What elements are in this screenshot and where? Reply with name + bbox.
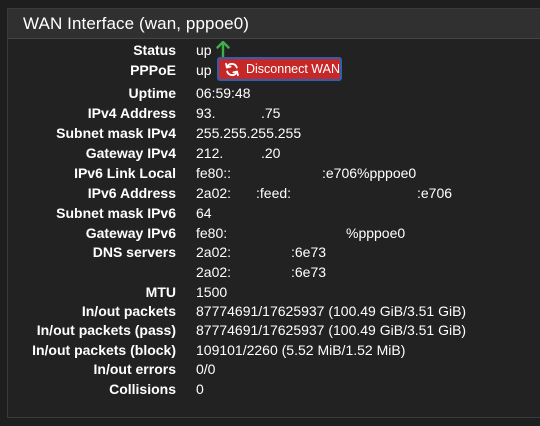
dns-servers-label: DNS servers (92, 244, 176, 260)
row-subnet-mask-ipv6: Subnet mask IPv6 64 (8, 203, 540, 223)
ipv6-link-local-part1: fe80:: (196, 165, 232, 181)
row-ipv6-address: IPv6 Address 2a02: :feed: :e706 (8, 183, 540, 203)
row-inout-errors: In/out errors 0/0 (8, 359, 540, 379)
ipv6-link-local-part2: :e706%pppoe0 (322, 165, 417, 181)
row-gateway-ipv4: Gateway IPv4 212. .20 (8, 143, 540, 163)
gateway-ipv6-part1: fe80: (196, 225, 228, 241)
ipv4-address-part2: .75 (261, 105, 281, 121)
row-pppoe: PPPoE up Disconnect WAN (8, 57, 540, 81)
inout-packets-pass-value: 87774691/17625937 (100.49 GiB/3.51 GiB) (196, 322, 467, 338)
ipv6-address-label: IPv6 Address (87, 185, 176, 201)
row-ipv6-link-local: IPv6 Link Local fe80:: :e706%pppoe0 (8, 163, 540, 183)
row-mtu: MTU 1500 (8, 282, 540, 302)
inout-errors-value: 0/0 (196, 361, 216, 377)
row-gateway-ipv6: Gateway IPv6 fe80: %pppoe0 (8, 223, 540, 243)
uptime-label: Uptime (128, 85, 176, 101)
panel-header: WAN Interface (wan, pppoe0) (8, 9, 540, 39)
inout-packets-block-label: In/out packets (block) (32, 342, 176, 358)
uptime-value: 06:59:48 (196, 85, 251, 101)
gateway-ipv4-label: Gateway IPv4 (85, 145, 176, 161)
pppoe-label: PPPoE (130, 62, 176, 78)
mtu-label: MTU (145, 284, 176, 300)
ipv4-address-part1: 93. (196, 105, 216, 121)
collisions-label: Collisions (109, 381, 176, 397)
row-dns-servers: DNS servers 2a02: :6e73 (8, 242, 540, 262)
ipv6-address-part1: 2a02: (196, 185, 232, 201)
ipv6-address-part2: :feed: (256, 185, 292, 201)
row-dns-servers-2: 2a02: :6e73 (8, 262, 540, 282)
inout-packets-label: In/out packets (81, 303, 176, 319)
dns-server-1-part1: 2a02: (196, 244, 232, 260)
subnet-mask-ipv6-label: Subnet mask IPv6 (56, 205, 176, 221)
collisions-value: 0 (196, 381, 204, 397)
row-uptime: Uptime 06:59:48 (8, 83, 540, 103)
inout-packets-pass-label: In/out packets (pass) (36, 322, 176, 338)
ipv4-address-label: IPv4 Address (87, 105, 176, 121)
ipv6-address-part3: :e706 (417, 185, 453, 201)
up-arrow-icon (216, 41, 230, 58)
dns-server-2-part2: :6e73 (291, 264, 327, 280)
subnet-mask-ipv4-label: Subnet mask IPv4 (56, 125, 176, 141)
pppoe-value: up (196, 62, 212, 78)
inout-errors-label: In/out errors (93, 361, 176, 377)
gateway-ipv6-label: Gateway IPv6 (85, 225, 176, 241)
mtu-value: 1500 (196, 284, 228, 300)
dns-server-2-part1: 2a02: (196, 264, 232, 280)
status-label: Status (133, 42, 176, 58)
gateway-ipv4-part1: 212. (196, 145, 224, 161)
ipv6-link-local-label: IPv6 Link Local (74, 165, 176, 181)
wan-interface-panel: WAN Interface (wan, pppoe0) Status up PP… (7, 8, 540, 418)
subnet-mask-ipv6-value: 64 (196, 205, 212, 221)
row-inout-packets-pass: In/out packets (pass) 87774691/17625937 … (8, 320, 540, 340)
row-collisions: Collisions 0 (8, 379, 540, 399)
row-subnet-mask-ipv4: Subnet mask IPv4 255.255.255.255 (8, 123, 540, 143)
gateway-ipv4-part2: .20 (261, 145, 281, 161)
panel-title: WAN Interface (wan, pppoe0) (23, 13, 250, 33)
dns-server-1-part2: :6e73 (291, 244, 327, 260)
refresh-icon (225, 62, 239, 76)
inout-packets-value: 87774691/17625937 (100.49 GiB/3.51 GiB) (196, 303, 467, 319)
inout-packets-block-value: 109101/2260 (5.52 MiB/1.52 MiB) (196, 342, 406, 358)
disconnect-wan-label: Disconnect WAN (245, 62, 340, 76)
row-inout-packets-block: In/out packets (block) 109101/2260 (5.52… (8, 340, 540, 360)
row-ipv4-address: IPv4 Address 93. .75 (8, 103, 540, 123)
subnet-mask-ipv4-value: 255.255.255.255 (196, 125, 302, 141)
row-inout-packets: In/out packets 87774691/17625937 (100.49… (8, 301, 540, 321)
disconnect-wan-button[interactable]: Disconnect WAN (217, 57, 342, 81)
status-value: up (196, 42, 212, 58)
gateway-ipv6-part2: %pppoe0 (346, 225, 406, 241)
